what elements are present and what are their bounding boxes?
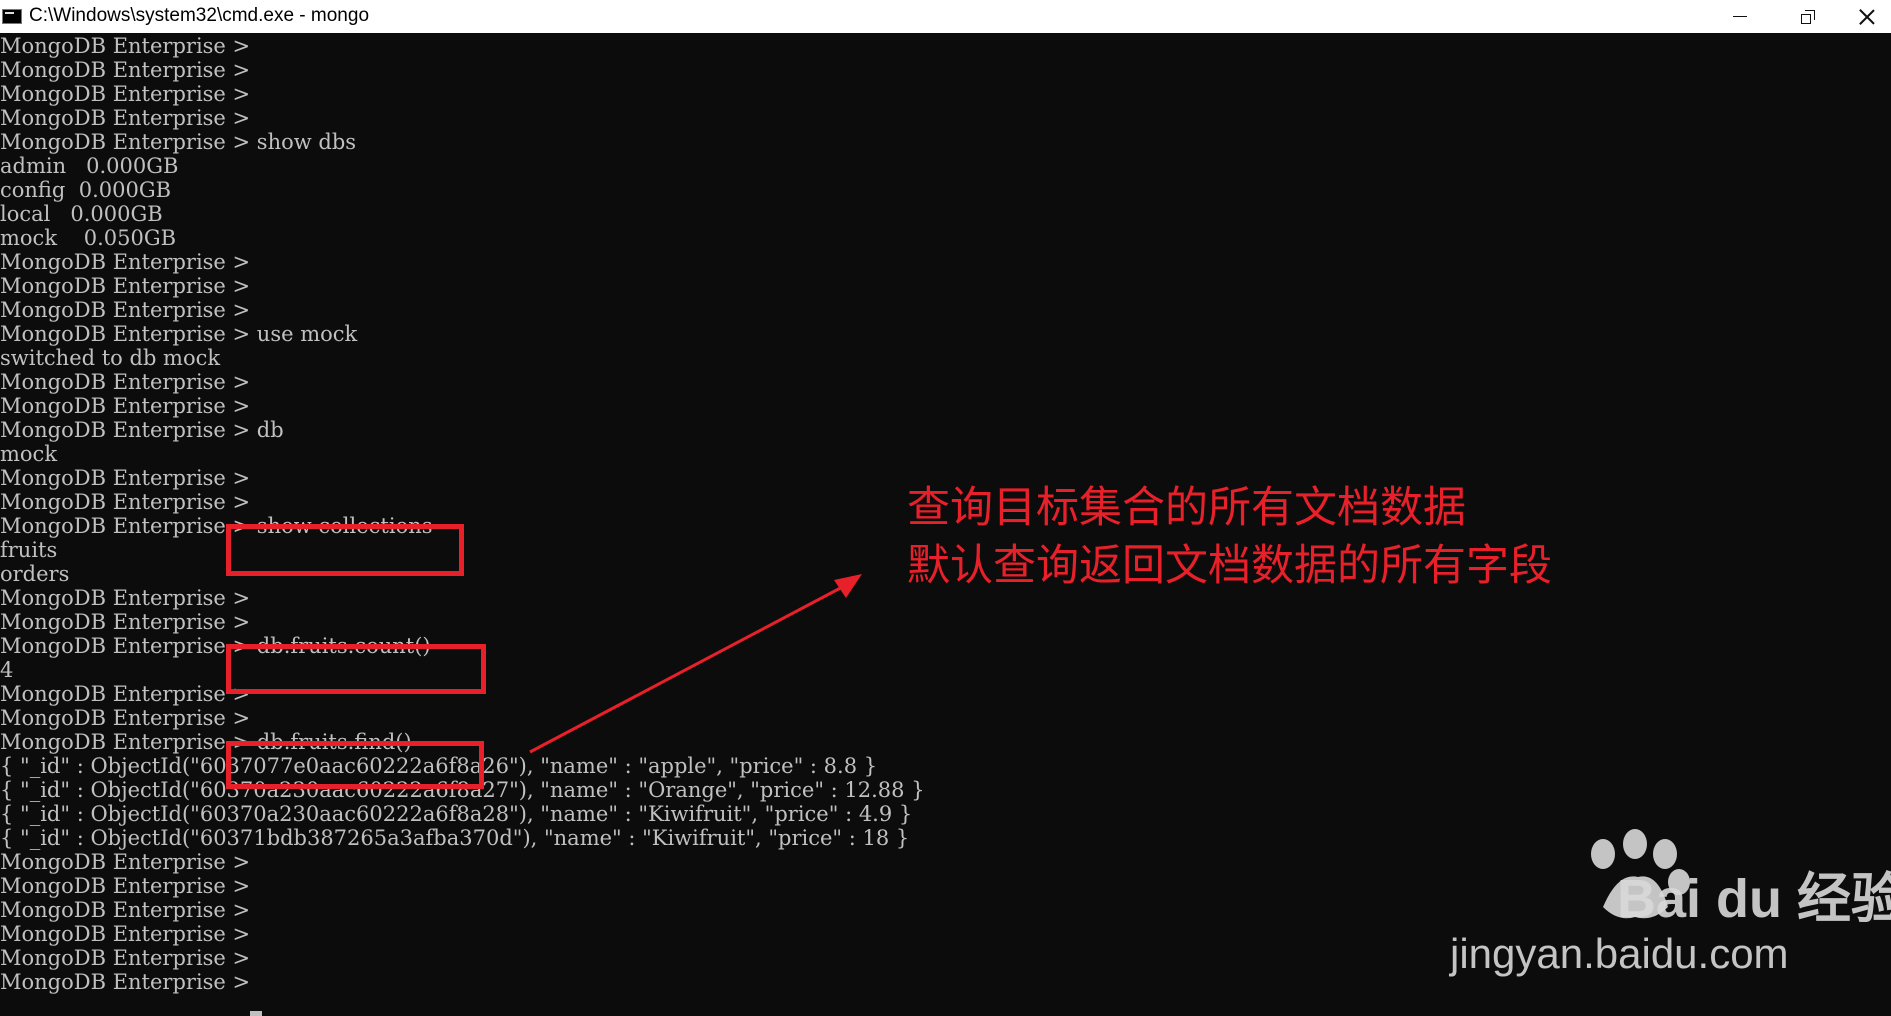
console-line: MongoDB Enterprise >: [0, 970, 251, 994]
console-line: MongoDB Enterprise >: [0, 82, 251, 106]
console-line: fruits: [0, 538, 58, 562]
console-line: switched to db mock: [0, 346, 221, 370]
title-bar[interactable]: C:\Windows\system32\cmd.exe - mongo: [0, 0, 1891, 33]
console-line: MongoDB Enterprise >: [0, 250, 251, 274]
console-line: MongoDB Enterprise >: [0, 370, 251, 394]
watermark-brand: Bai du 经验: [1617, 869, 1891, 929]
highlight-show-collections: [226, 524, 464, 576]
console-line: MongoDB Enterprise >: [0, 298, 251, 322]
console-line: MongoDB Enterprise >: [0, 898, 251, 922]
close-button[interactable]: [1842, 0, 1891, 33]
console-line: MongoDB Enterprise >: [0, 274, 251, 298]
console-line: MongoDB Enterprise >: [0, 706, 251, 730]
window-title: C:\Windows\system32\cmd.exe - mongo: [29, 5, 370, 26]
close-icon: [1859, 9, 1875, 25]
console-line: 4: [0, 658, 14, 682]
console-line: { "_id" : ObjectId("60370a230aac60222a6f…: [0, 802, 913, 826]
annotation-line-1: 查询目标集合的所有文档数据: [907, 483, 1466, 533]
restore-button[interactable]: [1774, 0, 1842, 33]
console-line: admin 0.000GB: [0, 154, 179, 178]
watermark-url: jingyan.baidu.com: [1450, 930, 1789, 977]
console-line: MongoDB Enterprise > show dbs: [0, 130, 357, 154]
console-line: local 0.000GB: [0, 202, 163, 226]
console-line: MongoDB Enterprise >: [0, 874, 251, 898]
console-line: MongoDB Enterprise >: [0, 682, 251, 706]
console-line: MongoDB Enterprise >: [0, 586, 251, 610]
console-line: MongoDB Enterprise >: [0, 850, 251, 874]
minimize-icon: [1733, 16, 1747, 17]
console-line: mock 0.050GB: [0, 226, 177, 250]
restore-icon: [1801, 9, 1815, 24]
minimize-button[interactable]: [1706, 0, 1774, 33]
annotation-line-2: 默认查询返回文档数据的所有字段: [907, 541, 1552, 591]
console-line: MongoDB Enterprise >: [0, 394, 251, 418]
console-line: MongoDB Enterprise >: [0, 466, 251, 490]
console-line: MongoDB Enterprise >: [0, 490, 251, 514]
text-cursor: [250, 1011, 262, 1016]
highlight-count-command: [226, 644, 486, 694]
highlight-find-command: [226, 741, 484, 789]
console-line: MongoDB Enterprise > db: [0, 418, 284, 442]
console-line: MongoDB Enterprise >: [0, 106, 251, 130]
console-line: config 0.000GB: [0, 178, 172, 202]
console-line: { "_id" : ObjectId("60371bdb387265a3afba…: [0, 826, 910, 850]
console-line: MongoDB Enterprise >: [0, 34, 251, 58]
console-line: MongoDB Enterprise > use mock: [0, 322, 358, 346]
console-line: MongoDB Enterprise >: [0, 922, 251, 946]
console-line: mock: [0, 442, 58, 466]
console-line: MongoDB Enterprise >: [0, 58, 251, 82]
console-app-icon[interactable]: [2, 9, 22, 24]
console-line: MongoDB Enterprise >: [0, 946, 251, 970]
console-line: orders: [0, 562, 70, 586]
console-line: MongoDB Enterprise >: [0, 610, 251, 634]
